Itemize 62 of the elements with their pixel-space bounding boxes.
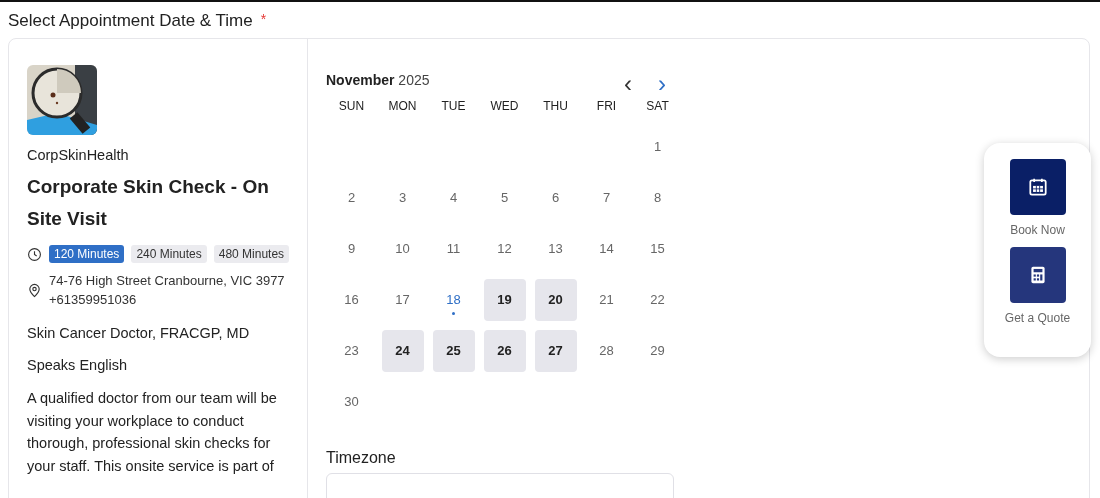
calendar-day[interactable]: 24 <box>381 329 424 372</box>
calendar-date: 9 <box>347 241 356 256</box>
section-title: Select Appointment Date & Time <box>8 11 253 30</box>
clock-icon <box>27 246 42 262</box>
next-month-button[interactable]: › <box>652 75 672 93</box>
previous-month-button[interactable]: ‹ <box>618 75 638 93</box>
timezone-label: Timezone <box>326 449 397 467</box>
calendar-date: 29 <box>650 343 665 358</box>
duration-chip[interactable]: 480 Minutes <box>213 245 290 263</box>
weekday-label: SUN <box>338 99 365 113</box>
calendar-date: 22 <box>650 292 665 307</box>
phone-number: +61359951036 <box>49 291 138 309</box>
calendar-date: 28 <box>599 343 614 358</box>
credentials-text: Skin Cancer Doctor, FRACGP, MD <box>27 325 251 341</box>
weekday-label: FRI <box>596 99 617 113</box>
calendar-day[interactable]: 26 <box>483 329 526 372</box>
calendar-date: 21 <box>599 292 614 307</box>
weekday-label: TUE <box>441 99 466 113</box>
widget-label: Get a Quote <box>1004 311 1071 325</box>
calendar-day[interactable]: 19 <box>483 278 526 321</box>
weekday-label: MON <box>388 99 417 113</box>
calendar-date: 6 <box>551 190 560 205</box>
calendar-day[interactable]: 27 <box>534 329 577 372</box>
calendar-date: 17 <box>395 292 410 307</box>
calendar-date: 7 <box>602 190 611 205</box>
address-text: 74-76 High Street Cranbourne, VIC 3977 <box>49 272 285 290</box>
today-dot <box>452 312 455 315</box>
location-pin-icon <box>27 282 42 298</box>
calendar-icon <box>1026 176 1049 198</box>
calendar-day[interactable]: 25 <box>432 329 475 372</box>
widget-button[interactable] <box>1009 247 1066 303</box>
weekday-label: WED <box>490 99 519 113</box>
calendar-date: 18 <box>446 292 461 307</box>
calendar-date: 4 <box>449 190 458 205</box>
calendar-date: 8 <box>653 190 662 205</box>
description-text: A qualified doctor from our team will be visiting your workplace to conduct thorough, professional skin checks for your staff. This onsite service is part of <box>27 389 278 476</box>
languages-text: Speaks English <box>27 357 128 373</box>
weekday-label: SAT <box>646 99 669 113</box>
duration-chip[interactable]: 120 Minutes <box>49 245 125 263</box>
service-title: Corporate Skin Check - On Site Visit <box>27 175 270 231</box>
required-mark: * <box>260 11 267 27</box>
calendar-date: 15 <box>650 241 665 256</box>
calendar-date: 5 <box>500 190 509 205</box>
provider-name: CorpSkinHealth <box>27 147 130 163</box>
widget-label: Book Now <box>1010 223 1065 237</box>
calendar-date: 12 <box>497 241 512 256</box>
calendar-date: 2 <box>347 190 356 205</box>
calendar-date: 10 <box>395 241 410 256</box>
widget-button[interactable] <box>1009 159 1066 215</box>
weekday-label: THU <box>543 99 568 113</box>
calendar-date: 23 <box>344 343 359 358</box>
calendar-date: 11 <box>446 241 461 256</box>
calendar-day[interactable]: 20 <box>534 278 577 321</box>
calendar-date: 3 <box>398 190 407 205</box>
duration-chip[interactable]: 240 Minutes <box>131 245 207 263</box>
timezone-field[interactable] <box>326 473 674 498</box>
calendar-date: 16 <box>344 292 359 307</box>
calendar-date: 14 <box>599 241 614 256</box>
calendar-date: 13 <box>548 241 563 256</box>
month-title: November 2025 <box>326 72 430 88</box>
calendar-date: 1 <box>653 139 662 154</box>
calendar-date: 30 <box>344 394 359 409</box>
